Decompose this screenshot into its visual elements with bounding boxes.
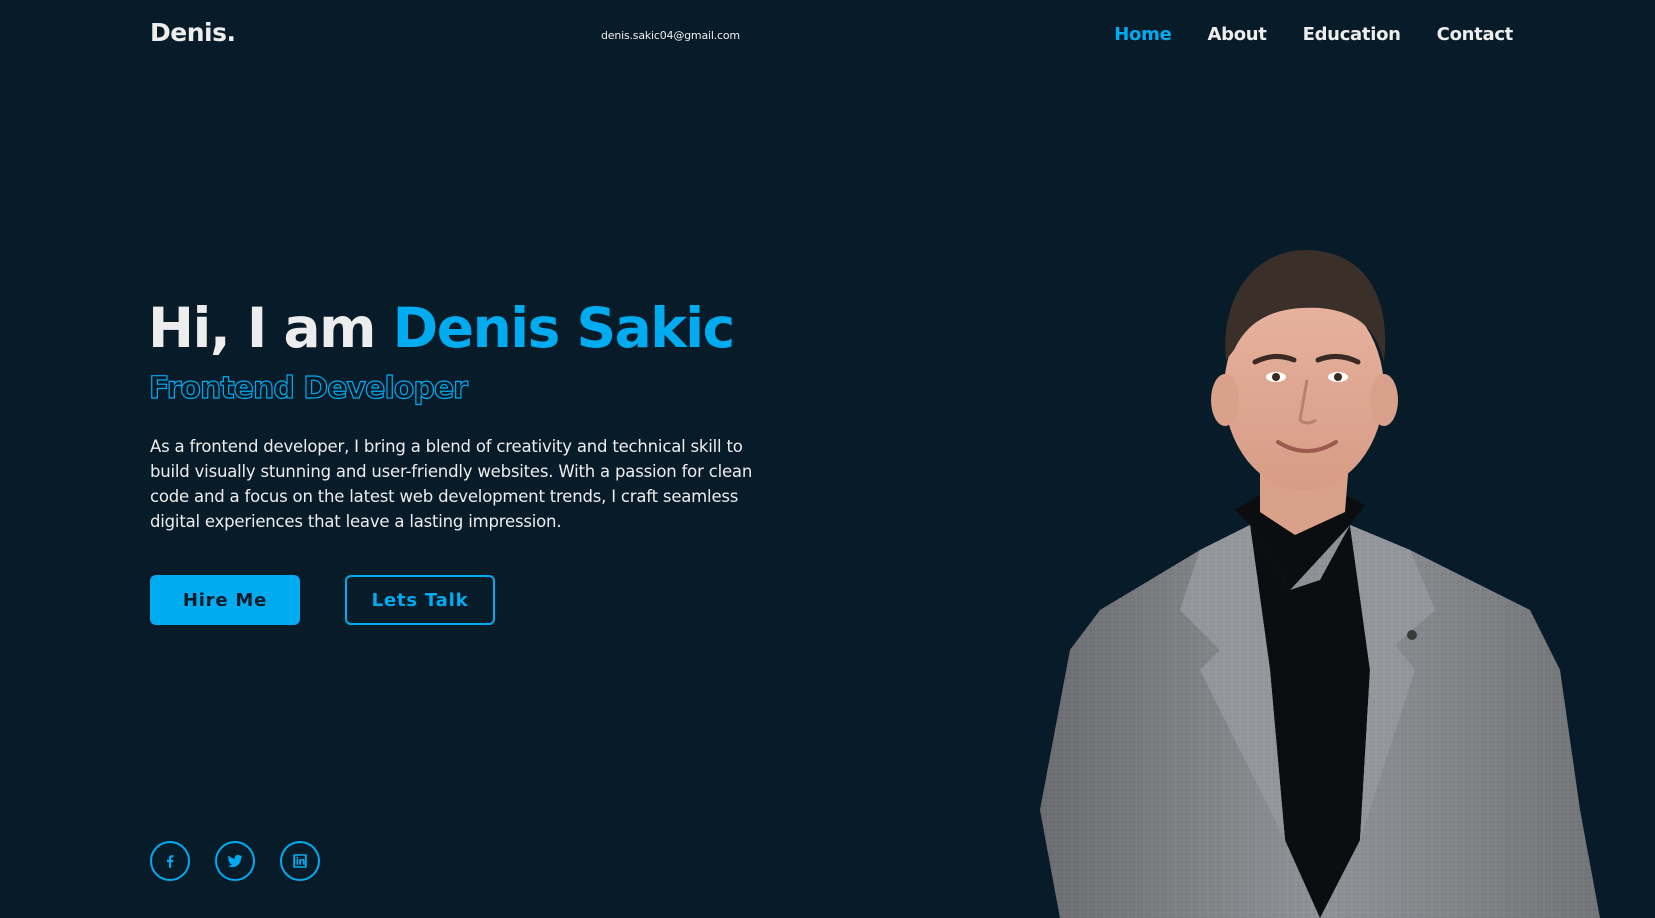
contact-email: denis.sakic04@gmail.com [601, 29, 740, 42]
twitter-link[interactable] [215, 841, 255, 881]
social-links [150, 841, 320, 881]
nav-link-home[interactable]: Home [1114, 24, 1172, 45]
hire-me-button[interactable]: Hire Me [150, 575, 300, 625]
nav-link-contact[interactable]: Contact [1437, 24, 1514, 45]
nav-link-education[interactable]: Education [1303, 24, 1401, 45]
logo[interactable]: Denis. [150, 18, 236, 47]
hero-greeting: Hi, I am [148, 296, 376, 360]
hero-name: Denis Sakic [392, 296, 736, 360]
nav-link-about[interactable]: About [1207, 24, 1266, 45]
lets-talk-button[interactable]: Lets Talk [345, 575, 495, 625]
profile-photo [1040, 250, 1600, 918]
facebook-link[interactable] [150, 841, 190, 881]
twitter-icon [227, 854, 243, 868]
hero-description: As a frontend developer, I bring a blend… [150, 437, 753, 531]
hero-role: Frontend Developer [148, 370, 468, 406]
facebook-icon [167, 855, 174, 868]
portfolio-page: Denis. denis.sakic04@gmail.com Home Abou… [0, 0, 1655, 918]
main-nav: Home About Education Contact [1114, 24, 1513, 45]
site-header: Denis. denis.sakic04@gmail.com Home Abou… [0, 0, 1655, 74]
linkedin-icon [293, 854, 307, 868]
linkedin-link[interactable] [280, 841, 320, 881]
hero-title: Hi, I am Denis Sakic [148, 292, 736, 364]
